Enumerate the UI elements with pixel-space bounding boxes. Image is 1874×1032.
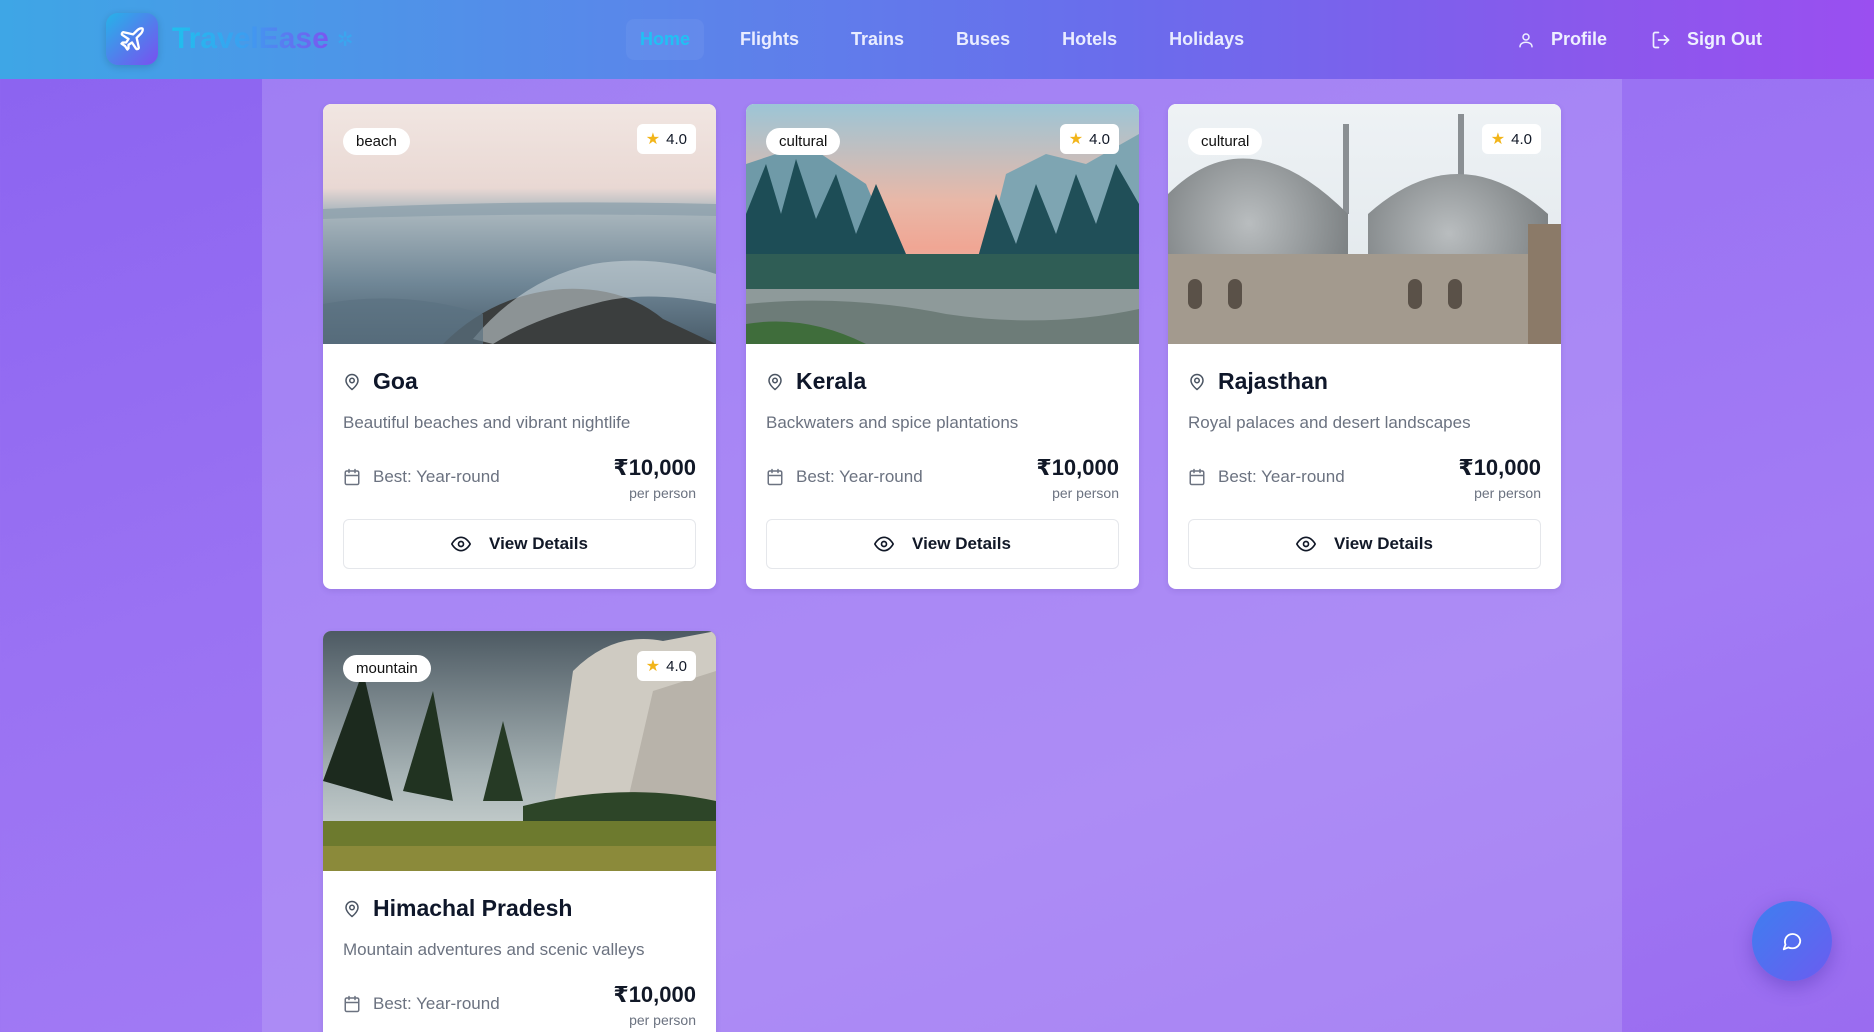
nav-home[interactable]: Home xyxy=(626,19,705,60)
destination-name: Goa xyxy=(373,368,418,394)
category-badge: beach xyxy=(343,128,410,155)
category-badge: mountain xyxy=(343,655,431,682)
view-details-button[interactable]: View Details xyxy=(1188,519,1541,569)
destination-name: Kerala xyxy=(796,368,867,394)
eye-icon xyxy=(1296,536,1317,552)
eye-icon xyxy=(874,536,895,552)
destination-image: beach ★ 4.0 xyxy=(323,104,716,344)
rating-value: 4.0 xyxy=(1089,130,1110,148)
rating-badge: ★ 4.0 xyxy=(636,124,696,154)
sign-out-link[interactable]: Sign Out xyxy=(1651,29,1762,50)
best-time: Best: Year-round xyxy=(373,467,500,486)
map-pin-icon xyxy=(345,373,359,390)
calendar-icon xyxy=(767,468,783,486)
best-time: Best: Year-round xyxy=(373,994,500,1013)
plane-icon xyxy=(106,13,158,65)
rating-badge: ★ 4.0 xyxy=(636,651,696,681)
star-icon: ★ xyxy=(1068,131,1084,148)
user-icon xyxy=(1519,32,1533,47)
rating-badge: ★ 4.0 xyxy=(1059,124,1119,154)
map-pin-icon xyxy=(345,900,359,917)
price: ₹10,000 xyxy=(1036,455,1119,480)
destination-image: cultural ★ 4.0 xyxy=(746,104,1139,344)
view-details-label: View Details xyxy=(489,534,588,553)
nav-buses[interactable]: Buses xyxy=(952,19,1014,60)
view-details-button[interactable]: View Details xyxy=(766,519,1119,569)
price-unit: per person xyxy=(629,485,696,501)
profile-link[interactable]: Profile xyxy=(1517,29,1607,50)
price: ₹10,000 xyxy=(613,455,696,480)
destination-card: cultural ★ 4.0 Rajasthan Royal palaces an… xyxy=(1168,104,1561,589)
calendar-icon xyxy=(344,468,360,486)
star-icon: ★ xyxy=(1490,131,1506,148)
star-icon: ★ xyxy=(645,131,661,148)
map-pin-icon xyxy=(1190,373,1204,390)
nav-flights[interactable]: Flights xyxy=(736,19,803,60)
rating-value: 4.0 xyxy=(666,130,687,148)
price-unit: per person xyxy=(1052,485,1119,501)
sign-out-label: Sign Out xyxy=(1687,29,1762,49)
main-nav: Home Flights Trains Buses Hotels Holiday… xyxy=(626,0,1292,79)
price: ₹10,000 xyxy=(1458,455,1541,480)
destination-description: Backwaters and spice plantations xyxy=(766,413,1019,432)
chat-icon xyxy=(1782,933,1802,951)
destination-name: Himachal Pradesh xyxy=(373,895,573,921)
rating-badge: ★ 4.0 xyxy=(1481,124,1541,154)
destination-card: mountain ★ 4.0 Himachal Pradesh Mountain … xyxy=(323,631,716,1032)
calendar-icon xyxy=(1189,468,1205,486)
best-time: Best: Year-round xyxy=(796,467,923,486)
price: ₹10,000 xyxy=(613,982,696,1007)
sparkle-icon: ✲ xyxy=(336,28,354,51)
top-navbar: TravelEase ✲ Home Flights Trains Buses H… xyxy=(0,0,1874,79)
destination-card: beach ★ 4.0 Goa Beautiful beaches and vib… xyxy=(323,104,716,589)
star-icon: ★ xyxy=(645,658,661,675)
destination-description: Beautiful beaches and vibrant nightlife xyxy=(343,413,631,432)
rating-value: 4.0 xyxy=(666,657,687,675)
chat-button[interactable] xyxy=(1752,901,1832,981)
destination-description: Royal palaces and desert landscapes xyxy=(1188,413,1471,432)
eye-icon xyxy=(451,536,472,552)
view-details-label: View Details xyxy=(912,534,1011,553)
destination-card: cultural ★ 4.0 Kerala Backwaters and spic… xyxy=(746,104,1139,589)
destination-image: mountain ★ 4.0 xyxy=(323,631,716,871)
logout-icon xyxy=(1652,31,1670,48)
best-time: Best: Year-round xyxy=(1218,467,1345,486)
view-details-label: View Details xyxy=(1334,534,1433,553)
price-unit: per person xyxy=(1474,485,1541,501)
price-unit: per person xyxy=(629,1012,696,1028)
nav-holidays[interactable]: Holidays xyxy=(1165,19,1248,60)
view-details-button[interactable]: View Details xyxy=(343,519,696,569)
calendar-icon xyxy=(344,995,360,1013)
destination-description: Mountain adventures and scenic valleys xyxy=(343,940,645,959)
map-pin-icon xyxy=(768,373,782,390)
rating-value: 4.0 xyxy=(1511,130,1532,148)
brand-logo[interactable]: TravelEase ✲ xyxy=(106,13,354,65)
user-actions: Profile Sign Out xyxy=(1473,0,1762,79)
destination-image: cultural ★ 4.0 xyxy=(1168,104,1561,344)
profile-label: Profile xyxy=(1550,29,1607,49)
brand-name: TravelEase xyxy=(172,22,329,55)
destination-name: Rajasthan xyxy=(1218,368,1328,394)
category-badge: cultural xyxy=(1188,128,1263,155)
category-badge: cultural xyxy=(766,128,841,155)
nav-trains[interactable]: Trains xyxy=(847,19,908,60)
nav-hotels[interactable]: Hotels xyxy=(1058,19,1121,60)
